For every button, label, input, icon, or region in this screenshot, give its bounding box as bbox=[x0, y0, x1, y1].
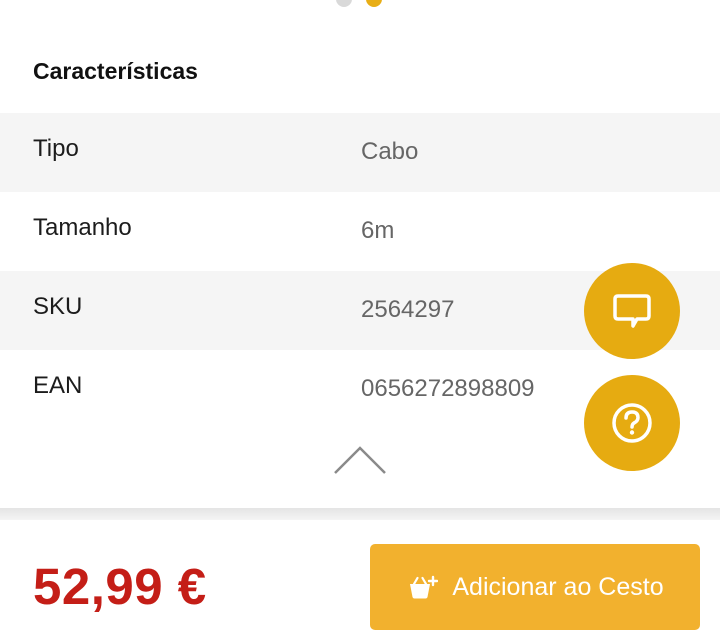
chat-bubble-icon bbox=[613, 294, 651, 328]
spec-row-type: Tipo Cabo bbox=[0, 113, 720, 192]
spec-value: 2564297 bbox=[361, 296, 455, 323]
collapse-button[interactable] bbox=[332, 444, 388, 476]
spec-value: 0656272898809 bbox=[361, 375, 535, 402]
add-to-cart-label: Adicionar ao Cesto bbox=[452, 572, 664, 601]
chevron-up-icon bbox=[334, 446, 386, 474]
purchase-bar: 52,99 € Adicionar ao Cesto bbox=[0, 520, 720, 643]
spec-row-size: Tamanho 6m bbox=[0, 192, 720, 271]
spec-label: Tipo bbox=[33, 135, 79, 162]
characteristics-title: Características bbox=[33, 58, 198, 84]
spec-value: Cabo bbox=[361, 138, 419, 165]
add-to-cart-button[interactable]: Adicionar ao Cesto bbox=[370, 544, 700, 630]
spec-value: 6m bbox=[361, 217, 395, 244]
carousel-indicator bbox=[336, 0, 382, 7]
spec-label: EAN bbox=[33, 372, 83, 399]
basket-plus-icon bbox=[406, 574, 439, 600]
spec-label: Tamanho bbox=[33, 214, 132, 241]
carousel-dot[interactable] bbox=[336, 0, 352, 7]
question-circle-icon bbox=[612, 403, 652, 443]
help-button[interactable] bbox=[584, 375, 680, 471]
carousel-dot-active[interactable] bbox=[366, 0, 382, 7]
product-price: 52,99 € bbox=[33, 558, 207, 615]
spec-label: SKU bbox=[33, 293, 83, 320]
chat-button[interactable] bbox=[584, 263, 680, 359]
